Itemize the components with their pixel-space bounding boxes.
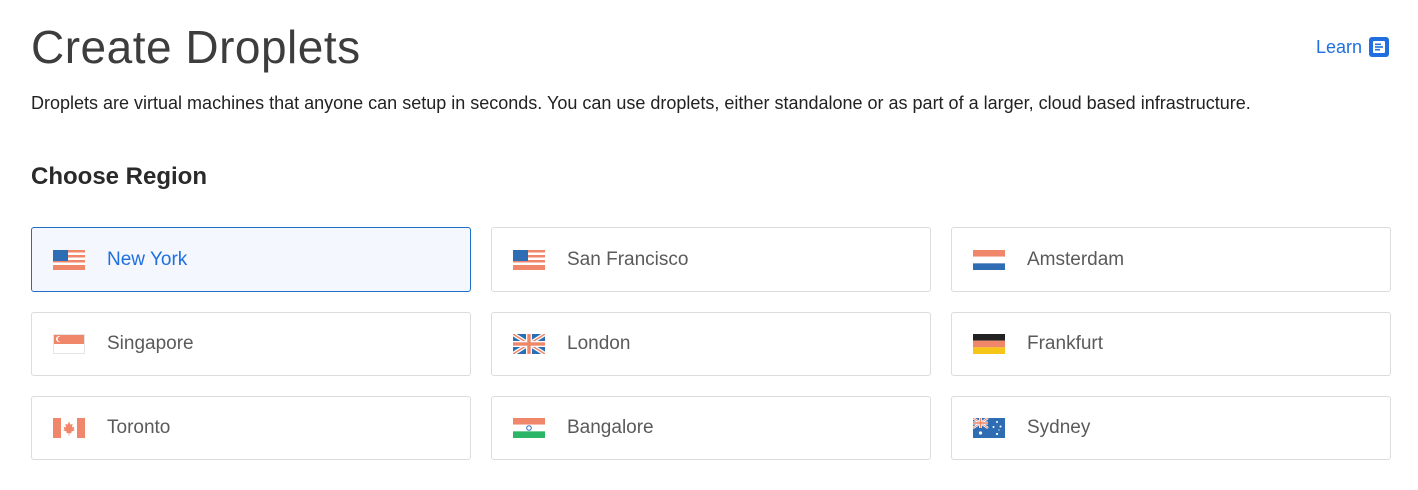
document-icon xyxy=(1368,36,1390,58)
learn-link[interactable]: Learn xyxy=(1316,36,1390,58)
india-flag-icon xyxy=(513,418,545,438)
region-option-frankfurt[interactable]: Frankfurt xyxy=(951,312,1391,376)
germany-flag-icon xyxy=(973,334,1005,354)
netherlands-flag-icon xyxy=(973,249,1005,270)
region-label: London xyxy=(567,333,631,354)
region-grid: New York San Francisco Amsterdam Singapo… xyxy=(31,227,1391,460)
region-option-amsterdam[interactable]: Amsterdam xyxy=(951,227,1391,292)
region-option-san-francisco[interactable]: San Francisco xyxy=(491,227,931,292)
region-option-toronto[interactable]: Toronto xyxy=(31,396,471,460)
region-option-london[interactable]: London xyxy=(491,312,931,376)
choose-region-heading: Choose Region xyxy=(31,163,208,190)
learn-label: Learn xyxy=(1315,36,1362,57)
page-title: Create Droplets xyxy=(31,21,361,73)
uk-flag-icon xyxy=(513,334,545,354)
region-label: San Francisco xyxy=(567,248,689,270)
page-description: Droplets are virtual machines that anyon… xyxy=(31,93,1251,113)
region-label: Sydney xyxy=(1027,417,1091,438)
canada-flag-icon xyxy=(53,418,85,438)
region-label: Bangalore xyxy=(567,417,654,438)
region-label: Amsterdam xyxy=(1027,248,1125,270)
region-option-singapore[interactable]: Singapore xyxy=(31,312,471,376)
us-flag-icon xyxy=(53,249,85,270)
region-option-sydney[interactable]: Sydney xyxy=(951,396,1391,460)
region-label: New York xyxy=(107,248,188,270)
region-label: Frankfurt xyxy=(1027,333,1104,354)
region-label: Toronto xyxy=(107,417,171,438)
us-flag-icon xyxy=(513,249,545,270)
singapore-flag-icon xyxy=(53,334,85,354)
australia-flag-icon xyxy=(973,418,1005,438)
region-label: Singapore xyxy=(107,333,194,354)
region-option-bangalore[interactable]: Bangalore xyxy=(491,396,931,460)
region-option-new-york[interactable]: New York xyxy=(31,227,471,292)
